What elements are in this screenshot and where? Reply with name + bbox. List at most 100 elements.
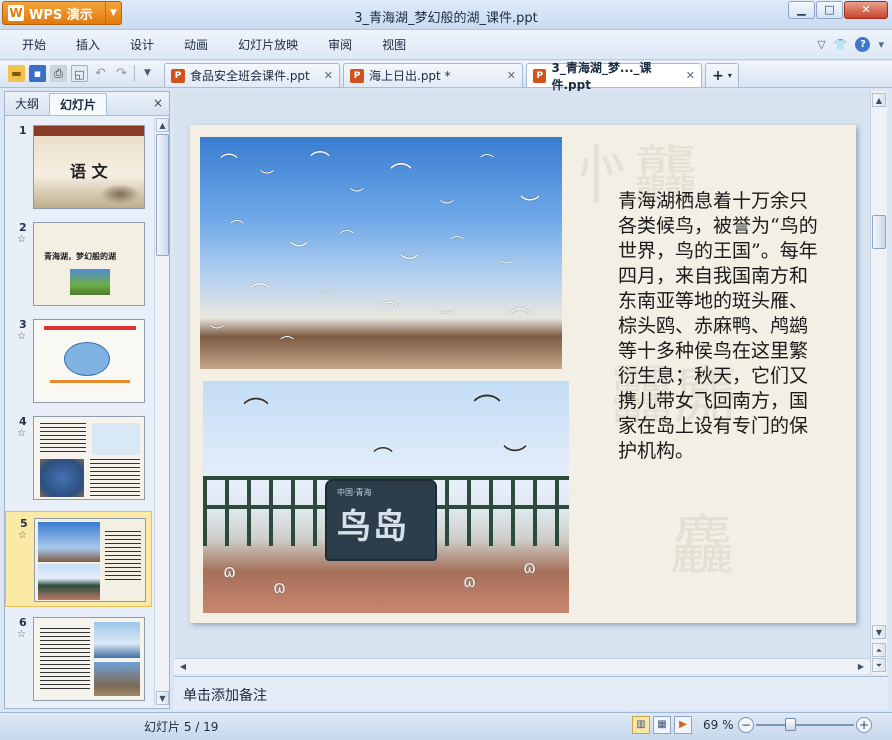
maximize-button[interactable]: □ [816, 1, 843, 19]
open-icon[interactable]: ▬ [8, 65, 25, 82]
scroll-down-icon[interactable]: ▼ [872, 625, 886, 639]
bird-icon: ⌒ [243, 397, 270, 427]
map-image [64, 342, 110, 376]
tab-close-icon[interactable]: ✕ [507, 69, 516, 82]
bird-island-stone: 中国·青海 鸟岛 [325, 479, 437, 561]
ppt-file-icon: P [533, 68, 547, 83]
doc-tab-1[interactable]: P 食品安全班会课件.ppt ✕ [164, 63, 340, 87]
lighthouse-photo [94, 622, 140, 658]
editor-horizontal-scrollbar[interactable]: ◀ ▶ [174, 658, 870, 674]
doc-tab-2[interactable]: P 海上日出.ppt * ✕ [343, 63, 523, 87]
scroll-right-icon[interactable]: ▶ [854, 660, 868, 673]
slide-banner [34, 126, 144, 136]
menu-item-view[interactable]: 视图 [367, 36, 421, 53]
zoom-out-icon[interactable]: − [738, 717, 754, 733]
help-icon[interactable]: ? [855, 37, 871, 52]
menu-item-start[interactable]: 开始 [0, 36, 61, 53]
view-buttons: ▥ ▦ ▶ [632, 716, 692, 734]
slide-number: 4 [19, 415, 27, 428]
bird-icon: ɷ [223, 561, 237, 582]
normal-view-icon[interactable]: ▥ [632, 716, 650, 734]
landscape-image [100, 184, 140, 204]
scroll-left-icon[interactable]: ◀ [176, 660, 190, 673]
minimize-button[interactable]: ▁ [788, 1, 815, 19]
bird-icon: ⌒ [380, 301, 398, 322]
scroll-up-icon[interactable]: ▲ [156, 118, 169, 132]
skin-icon[interactable]: 👕 [834, 38, 848, 51]
animation-star-icon: ☆ [17, 428, 26, 439]
text-block [40, 628, 90, 690]
help-dropdown-icon[interactable]: ▾ [878, 38, 884, 51]
background-texture: 麤 [670, 510, 734, 584]
save-icon[interactable]: ▪ [29, 65, 46, 82]
doc-tab-label: 食品安全班会课件.ppt [190, 69, 310, 83]
doc-tab-label: 3_青海湖_梦..._课件.ppt [551, 60, 652, 92]
scrollbar-thumb[interactable] [872, 215, 886, 249]
new-tab-button[interactable]: + ▾ [705, 63, 739, 87]
slide-thumbnail[interactable]: 2 ☆ 青海湖，梦幻般的湖 [5, 216, 152, 312]
customize-toolbar-icon[interactable]: ▼ [139, 65, 156, 82]
bird-icon: ︶ [260, 170, 274, 186]
zoom-slider-track[interactable] [756, 724, 854, 726]
slide-heading-line [44, 326, 136, 330]
menu-item-slideshow[interactable]: 幻灯片放映 [223, 36, 313, 53]
chevron-down-icon[interactable]: ▾ [728, 71, 732, 80]
scroll-down-icon[interactable]: ▼ [156, 691, 169, 705]
bird-icon: ⌒ [230, 220, 244, 236]
panel-close-icon[interactable]: × [153, 96, 163, 110]
bird-icon: ⌒ [390, 163, 413, 188]
slide-sorter-icon[interactable]: ▦ [653, 716, 671, 734]
close-button[interactable]: ✕ [844, 1, 888, 19]
print-preview-icon[interactable]: ◱ [71, 65, 88, 82]
panel-tabs: 大纲 幻灯片 × [5, 92, 169, 116]
zoom-slider-handle[interactable] [785, 718, 796, 731]
window-title: 3_青海湖_梦幻般的湖_课件.ppt [354, 11, 538, 26]
doc-tab-3[interactable]: P 3_青海湖_梦..._课件.ppt ✕ [526, 61, 702, 92]
ppt-file-icon: P [350, 68, 364, 83]
tab-close-icon[interactable]: ✕ [324, 69, 333, 82]
bird-icon: ⌒ [450, 236, 464, 252]
tab-outline[interactable]: 大纲 [5, 93, 49, 115]
slide-body-text[interactable]: 青海湖栖息着十万余只各类候鸟，被誉为“鸟的世界，鸟的王国”。每年四月，来自我国南… [618, 189, 824, 464]
document-tabs: P 食品安全班会课件.ppt ✕ P 海上日出.ppt * ✕ P 3_青海湖_… [164, 61, 739, 92]
slide-number: 3 [19, 318, 27, 331]
text-block [40, 423, 86, 455]
ribbon-toggle-icon[interactable]: ▽ [817, 38, 825, 51]
redo-icon[interactable]: ↷ [113, 65, 130, 82]
editor-vertical-scrollbar[interactable]: ▲ ▼ ⏶ ⏷ [870, 91, 887, 675]
bird-icon: ⌒ [280, 336, 294, 352]
scroll-up-icon[interactable]: ▲ [872, 93, 886, 107]
scrollbar-thumb[interactable] [156, 134, 169, 256]
slide-number: 1 [19, 124, 27, 137]
previous-slide-icon[interactable]: ⏶ [872, 643, 886, 657]
tab-close-icon[interactable]: ✕ [686, 69, 695, 82]
bird-icon: ︶ [440, 200, 454, 216]
text-block [90, 459, 140, 497]
slide-thumbnail[interactable]: 3 ☆ [5, 313, 152, 409]
notes-placeholder[interactable]: 单击添加备注 [183, 685, 267, 705]
map-route [50, 380, 130, 383]
lake-image [70, 269, 110, 295]
menu-item-review[interactable]: 审阅 [313, 36, 367, 53]
notes-pane[interactable]: 单击添加备注 [174, 676, 888, 710]
current-slide[interactable]: 㣺龘 䨻䴥 麤 ⌒ ︶ ⌒ ︶ ⌒ ︶ ⌒ ︶ ⌒ ︶ ⌒ ︶ ⌒ ︶ ⌒ ︶ … [190, 125, 856, 623]
birds-photo [38, 522, 100, 562]
slide-thumbnail[interactable]: 6 ☆ [5, 611, 152, 707]
slideshow-icon[interactable]: ▶ [674, 716, 692, 734]
slide-thumbnail[interactable]: 4 ☆ [5, 410, 152, 506]
island-photo [94, 662, 140, 696]
next-slide-icon[interactable]: ⏷ [872, 658, 886, 672]
menu-item-design[interactable]: 设计 [115, 36, 169, 53]
tab-slides[interactable]: 幻灯片 [49, 93, 108, 115]
menu-item-animation[interactable]: 动画 [169, 36, 223, 53]
slide-thumbnail-selected[interactable]: 5 ☆ [5, 511, 152, 607]
slide-thumbnail[interactable]: 1 语 文 [5, 119, 152, 215]
window-controls: ▁ □ ✕ [788, 1, 888, 19]
menu-item-insert[interactable]: 插入 [61, 36, 115, 53]
bird-icon: ⌒ [510, 306, 530, 330]
zoom-in-icon[interactable]: + [856, 717, 872, 733]
undo-icon[interactable]: ↶ [92, 65, 109, 82]
thumbnail-scrollbar[interactable]: ▲ ▼ [154, 117, 169, 707]
bird-icon: ⌒ [340, 230, 354, 246]
print-icon[interactable]: ⎙ [50, 65, 67, 82]
